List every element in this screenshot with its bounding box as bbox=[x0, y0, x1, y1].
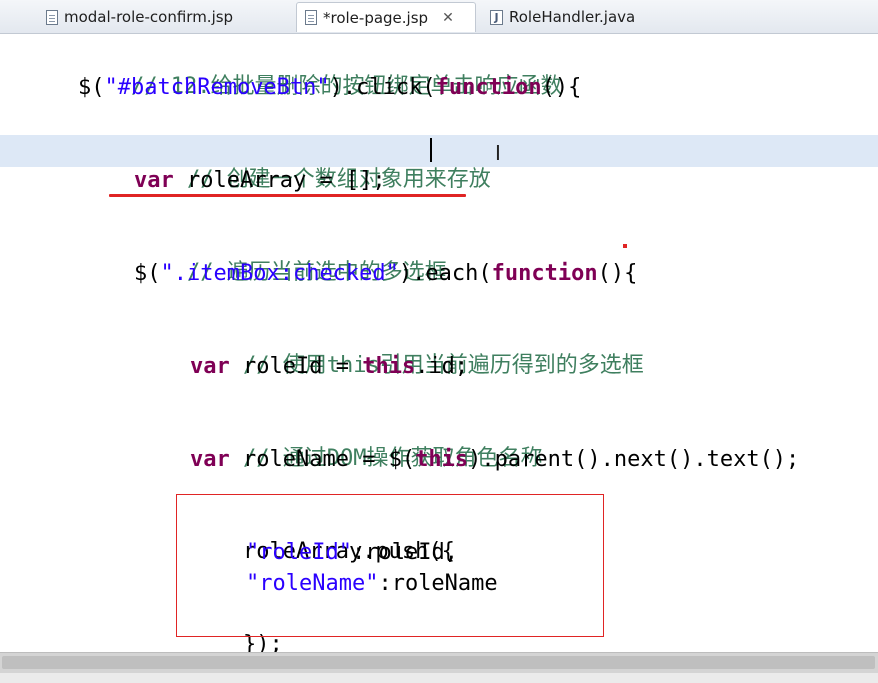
code-line-7: // 使用this引用当前遍历得到的多选框 bbox=[190, 321, 644, 378]
code-text: $( bbox=[78, 75, 105, 100]
tab-modal-role-confirm[interactable]: modal-role-confirm.jsp bbox=[38, 2, 288, 32]
code-text: ).click( bbox=[329, 75, 436, 100]
editor-tab-bar: modal-role-confirm.jsp *role-page.jsp ✕ … bbox=[0, 0, 878, 34]
keyword: var bbox=[190, 447, 230, 472]
jsp-file-icon bbox=[46, 9, 58, 25]
code-line-3: // 创建一个数组对象用来存放 bbox=[134, 135, 491, 192]
status-strip bbox=[0, 673, 878, 683]
tab-label: RoleHandler.java bbox=[509, 8, 636, 26]
code-line-8: var roleId = this.id; bbox=[190, 352, 468, 382]
keyword: function bbox=[491, 261, 598, 286]
tab-label: modal-role-confirm.jsp bbox=[64, 8, 234, 26]
code-text: (){ bbox=[541, 75, 582, 100]
code-text: roleId = bbox=[229, 354, 363, 379]
code-text: ).parent().next().text(); bbox=[468, 447, 800, 472]
string-literal: ".itemBox:checked" bbox=[160, 261, 399, 286]
tab-role-page[interactable]: *role-page.jsp ✕ bbox=[296, 2, 476, 32]
code-text: $( bbox=[134, 261, 161, 286]
keyword: var bbox=[134, 168, 174, 193]
code-text: ).each( bbox=[398, 261, 492, 286]
jsp-file-icon bbox=[305, 10, 317, 25]
code-line-9: // 通过DOM操作获取角色名称 bbox=[190, 414, 542, 471]
mouse-ibeam-cursor-icon: I bbox=[495, 141, 501, 165]
scrollbar-thumb[interactable] bbox=[2, 656, 875, 669]
code-text: roleArray = []; bbox=[173, 168, 386, 193]
code-line-4: var roleArray = []; bbox=[134, 166, 386, 196]
keyword: this bbox=[415, 447, 469, 472]
annotation-box bbox=[176, 494, 604, 637]
annotation-underline bbox=[109, 194, 466, 197]
code-line-1: // 12.给批量删除的按钮绑定单击响应函数 bbox=[78, 42, 562, 99]
keyword: function bbox=[435, 75, 542, 100]
horizontal-scrollbar[interactable] bbox=[0, 652, 878, 673]
code-text: .id; bbox=[415, 354, 469, 379]
tab-role-handler[interactable]: J RoleHandler.java bbox=[482, 2, 682, 32]
java-file-icon: J bbox=[490, 9, 503, 25]
close-tab-icon[interactable]: ✕ bbox=[442, 10, 454, 26]
code-text: (){ bbox=[597, 261, 638, 286]
code-line-5: // 遍历当前选中的多选框 bbox=[134, 228, 447, 285]
text-caret bbox=[430, 138, 432, 162]
string-literal: "#batchRemoveBtn" bbox=[104, 75, 330, 100]
annotation-dot bbox=[623, 244, 627, 248]
tab-label: *role-page.jsp bbox=[323, 8, 429, 27]
code-text: roleName = $( bbox=[229, 447, 416, 472]
code-line-2: $("#batchRemoveBtn").click(function(){ bbox=[78, 73, 581, 103]
keyword: this bbox=[362, 354, 416, 379]
code-line-10: var roleName = $(this).parent().next().t… bbox=[190, 445, 799, 475]
keyword: var bbox=[190, 354, 230, 379]
code-line-6: $(".itemBox:checked").each(function(){ bbox=[134, 259, 637, 289]
